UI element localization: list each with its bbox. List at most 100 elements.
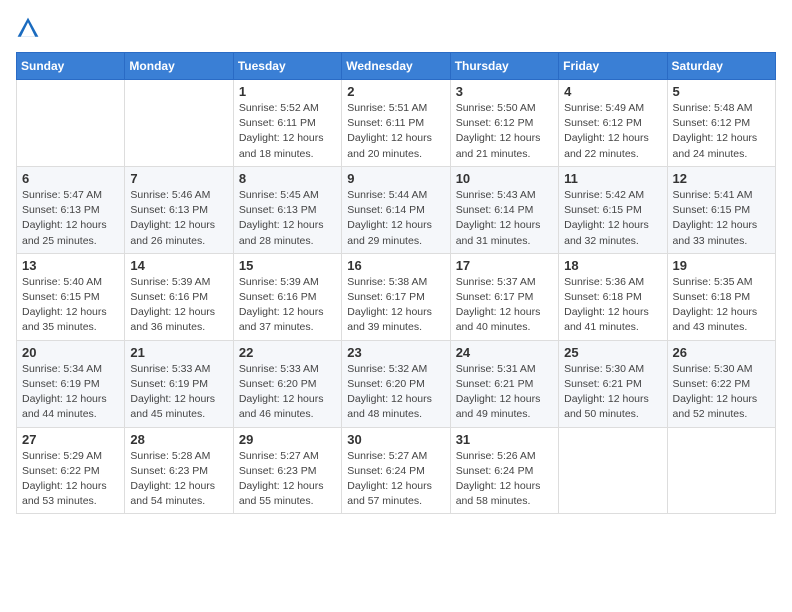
sunset-text: Sunset: 6:18 PM [564, 290, 661, 305]
day-number: 2 [347, 84, 444, 99]
sunset-text: Sunset: 6:20 PM [347, 377, 444, 392]
day-info: Sunrise: 5:45 AMSunset: 6:13 PMDaylight:… [239, 188, 336, 249]
calendar-cell: 13Sunrise: 5:40 AMSunset: 6:15 PMDayligh… [17, 253, 125, 340]
sunrise-text: Sunrise: 5:27 AM [347, 449, 444, 464]
daylight-text: Daylight: 12 hours and 52 minutes. [673, 392, 770, 422]
day-info: Sunrise: 5:33 AMSunset: 6:19 PMDaylight:… [130, 362, 227, 423]
daylight-text: Daylight: 12 hours and 55 minutes. [239, 479, 336, 509]
sunset-text: Sunset: 6:20 PM [239, 377, 336, 392]
sunset-text: Sunset: 6:11 PM [347, 116, 444, 131]
sunrise-text: Sunrise: 5:31 AM [456, 362, 553, 377]
calendar-cell: 3Sunrise: 5:50 AMSunset: 6:12 PMDaylight… [450, 80, 558, 167]
day-info: Sunrise: 5:44 AMSunset: 6:14 PMDaylight:… [347, 188, 444, 249]
daylight-text: Daylight: 12 hours and 46 minutes. [239, 392, 336, 422]
sunset-text: Sunset: 6:19 PM [22, 377, 119, 392]
day-info: Sunrise: 5:40 AMSunset: 6:15 PMDaylight:… [22, 275, 119, 336]
daylight-text: Daylight: 12 hours and 31 minutes. [456, 218, 553, 248]
calendar-table: SundayMondayTuesdayWednesdayThursdayFrid… [16, 52, 776, 514]
daylight-text: Daylight: 12 hours and 48 minutes. [347, 392, 444, 422]
day-number: 19 [673, 258, 770, 273]
daylight-text: Daylight: 12 hours and 37 minutes. [239, 305, 336, 335]
day-number: 5 [673, 84, 770, 99]
calendar-cell: 4Sunrise: 5:49 AMSunset: 6:12 PMDaylight… [559, 80, 667, 167]
weekday-header-cell: Monday [125, 53, 233, 80]
day-info: Sunrise: 5:30 AMSunset: 6:22 PMDaylight:… [673, 362, 770, 423]
calendar-cell: 8 Sunrise: 5:45 AMSunset: 6:13 PMDaylight… [233, 166, 341, 253]
calendar-cell: 24Sunrise: 5:31 AMSunset: 6:21 PMDayligh… [450, 340, 558, 427]
day-number: 29 [239, 432, 336, 447]
sunrise-text: Sunrise: 5:51 AM [347, 101, 444, 116]
sunset-text: Sunset: 6:15 PM [564, 203, 661, 218]
sunrise-text: Sunrise: 5:35 AM [673, 275, 770, 290]
day-number: 8 [239, 171, 336, 186]
calendar-cell: 12Sunrise: 5:41 AMSunset: 6:15 PMDayligh… [667, 166, 775, 253]
daylight-text: Daylight: 12 hours and 39 minutes. [347, 305, 444, 335]
sunrise-text: Sunrise: 5:33 AM [239, 362, 336, 377]
daylight-text: Daylight: 12 hours and 53 minutes. [22, 479, 119, 509]
calendar-cell: 21Sunrise: 5:33 AMSunset: 6:19 PMDayligh… [125, 340, 233, 427]
day-info: Sunrise: 5:49 AMSunset: 6:12 PMDaylight:… [564, 101, 661, 162]
day-info: Sunrise: 5:31 AMSunset: 6:21 PMDaylight:… [456, 362, 553, 423]
day-number: 27 [22, 432, 119, 447]
day-info: Sunrise: 5:28 AMSunset: 6:23 PMDaylight:… [130, 449, 227, 510]
weekday-header-cell: Wednesday [342, 53, 450, 80]
calendar-week-row: 20 Sunrise: 5:34 AMSunset: 6:19 PMDayligh… [17, 340, 776, 427]
sunset-text: Sunset: 6:24 PM [347, 464, 444, 479]
calendar-cell: 7Sunrise: 5:46 AMSunset: 6:13 PMDaylight… [125, 166, 233, 253]
calendar-cell: 19Sunrise: 5:35 AMSunset: 6:18 PMDayligh… [667, 253, 775, 340]
day-number: 18 [564, 258, 661, 273]
sunrise-text: Sunrise: 5:30 AM [564, 362, 661, 377]
sunrise-text: Sunrise: 5:46 AM [130, 188, 227, 203]
calendar-cell: 9 Sunrise: 5:44 AMSunset: 6:14 PMDaylight… [342, 166, 450, 253]
sunset-text: Sunset: 6:12 PM [564, 116, 661, 131]
daylight-text: Daylight: 12 hours and 50 minutes. [564, 392, 661, 422]
calendar-cell: 11Sunrise: 5:42 AMSunset: 6:15 PMDayligh… [559, 166, 667, 253]
daylight-text: Daylight: 12 hours and 28 minutes. [239, 218, 336, 248]
daylight-text: Daylight: 12 hours and 45 minutes. [130, 392, 227, 422]
day-number: 15 [239, 258, 336, 273]
sunset-text: Sunset: 6:21 PM [456, 377, 553, 392]
calendar-cell [559, 427, 667, 514]
daylight-text: Daylight: 12 hours and 57 minutes. [347, 479, 444, 509]
sunset-text: Sunset: 6:21 PM [564, 377, 661, 392]
day-info: Sunrise: 5:27 AMSunset: 6:23 PMDaylight:… [239, 449, 336, 510]
sunrise-text: Sunrise: 5:33 AM [130, 362, 227, 377]
day-number: 22 [239, 345, 336, 360]
day-number: 9 [347, 171, 444, 186]
day-number: 17 [456, 258, 553, 273]
daylight-text: Daylight: 12 hours and 58 minutes. [456, 479, 553, 509]
calendar-week-row: 1Sunrise: 5:52 AMSunset: 6:11 PMDaylight… [17, 80, 776, 167]
daylight-text: Daylight: 12 hours and 18 minutes. [239, 131, 336, 161]
sunset-text: Sunset: 6:19 PM [130, 377, 227, 392]
day-info: Sunrise: 5:46 AMSunset: 6:13 PMDaylight:… [130, 188, 227, 249]
sunset-text: Sunset: 6:14 PM [456, 203, 553, 218]
day-number: 10 [456, 171, 553, 186]
day-number: 31 [456, 432, 553, 447]
sunset-text: Sunset: 6:18 PM [673, 290, 770, 305]
calendar-cell: 26Sunrise: 5:30 AMSunset: 6:22 PMDayligh… [667, 340, 775, 427]
sunrise-text: Sunrise: 5:39 AM [239, 275, 336, 290]
day-number: 1 [239, 84, 336, 99]
day-info: Sunrise: 5:42 AMSunset: 6:15 PMDaylight:… [564, 188, 661, 249]
sunset-text: Sunset: 6:12 PM [673, 116, 770, 131]
daylight-text: Daylight: 12 hours and 29 minutes. [347, 218, 444, 248]
sunset-text: Sunset: 6:14 PM [347, 203, 444, 218]
calendar-cell: 31Sunrise: 5:26 AMSunset: 6:24 PMDayligh… [450, 427, 558, 514]
sunset-text: Sunset: 6:13 PM [22, 203, 119, 218]
day-info: Sunrise: 5:51 AMSunset: 6:11 PMDaylight:… [347, 101, 444, 162]
daylight-text: Daylight: 12 hours and 20 minutes. [347, 131, 444, 161]
day-number: 20 [22, 345, 119, 360]
daylight-text: Daylight: 12 hours and 54 minutes. [130, 479, 227, 509]
calendar-cell: 25Sunrise: 5:30 AMSunset: 6:21 PMDayligh… [559, 340, 667, 427]
calendar-cell: 18Sunrise: 5:36 AMSunset: 6:18 PMDayligh… [559, 253, 667, 340]
day-info: Sunrise: 5:50 AMSunset: 6:12 PMDaylight:… [456, 101, 553, 162]
sunset-text: Sunset: 6:16 PM [239, 290, 336, 305]
sunset-text: Sunset: 6:16 PM [130, 290, 227, 305]
day-info: Sunrise: 5:34 AMSunset: 6:19 PMDaylight:… [22, 362, 119, 423]
weekday-header-row: SundayMondayTuesdayWednesdayThursdayFrid… [17, 53, 776, 80]
sunset-text: Sunset: 6:22 PM [22, 464, 119, 479]
sunset-text: Sunset: 6:15 PM [22, 290, 119, 305]
day-number: 28 [130, 432, 227, 447]
calendar-cell: 23Sunrise: 5:32 AMSunset: 6:20 PMDayligh… [342, 340, 450, 427]
calendar-cell: 10Sunrise: 5:43 AMSunset: 6:14 PMDayligh… [450, 166, 558, 253]
